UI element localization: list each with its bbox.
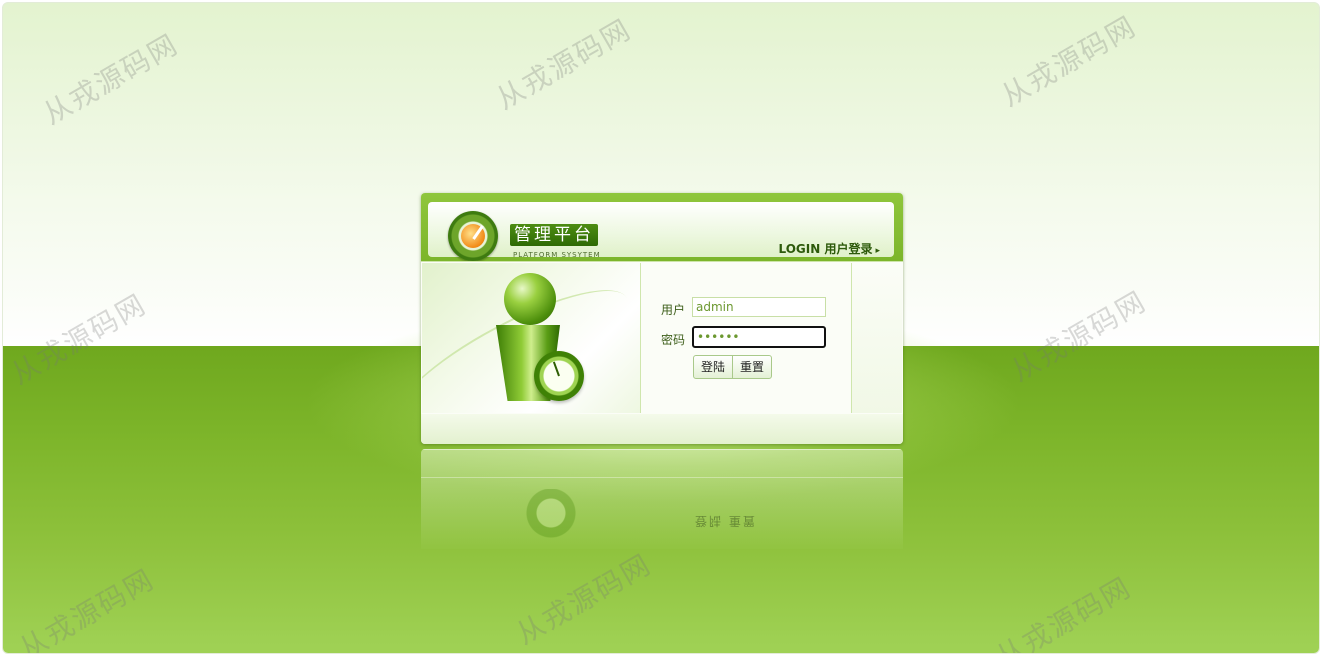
reflection-figure: [509, 489, 579, 549]
panel-body: 用户 admin 密码 •••••• 登陆 重置: [421, 261, 903, 415]
illustration: [422, 263, 641, 413]
logo-gauge-icon: [448, 211, 498, 261]
login-button[interactable]: 登陆: [694, 356, 732, 378]
panel-header: 管理平台 PLATFORM SYSYTEM LOGIN 用户登录 ▸: [421, 193, 903, 261]
login-form: 用户 admin 密码 •••••• 登陆 重置: [642, 263, 852, 413]
form-buttons: 登陆 重置: [693, 355, 773, 379]
login-heading: LOGIN 用户登录 ▸: [779, 240, 881, 257]
watermark: 从戎源码网: [37, 27, 184, 132]
arrow-right-icon: ▸: [875, 246, 880, 256]
password-label: 密码: [661, 333, 686, 347]
password-input[interactable]: ••••••: [692, 326, 826, 348]
watermark: 从戎源码网: [490, 12, 637, 117]
reset-button[interactable]: 重置: [732, 356, 771, 378]
user-figure-icon: [504, 273, 556, 325]
panel-side: [852, 263, 902, 413]
panel-reflection: 登陆 重置: [421, 449, 903, 549]
username-label: 用户: [661, 303, 686, 317]
username-input[interactable]: admin: [692, 297, 826, 317]
panel-footer: [421, 414, 903, 444]
brand-title: 管理平台: [510, 224, 598, 246]
brand-subtitle: PLATFORM SYSYTEM: [513, 251, 601, 259]
watermark: 从戎源码网: [995, 9, 1142, 114]
reflection-buttons: 登陆 重置: [695, 514, 757, 528]
login-heading-text: LOGIN 用户登录: [778, 242, 873, 256]
login-panel: 管理平台 PLATFORM SYSYTEM LOGIN 用户登录 ▸ 用户 adm…: [421, 193, 903, 444]
clock-icon: [534, 351, 584, 401]
